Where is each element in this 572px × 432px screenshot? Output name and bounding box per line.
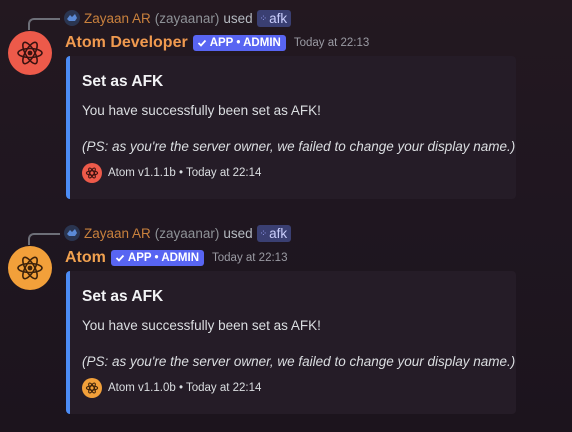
slash-command-icon: ⁘ xyxy=(259,227,267,238)
badge-label: APP • ADMIN xyxy=(127,252,200,264)
footer-text: Atom v1.1.1b • Today at 22:14 xyxy=(108,167,262,179)
command-name: afk xyxy=(269,10,288,26)
embed-title: Set as AFK xyxy=(82,288,164,305)
reply-handle: (zayaanar) xyxy=(154,225,220,241)
reply-connector xyxy=(28,18,60,30)
checkmark-icon xyxy=(115,254,125,262)
embed-note: (PS: as you're the server owner, we fail… xyxy=(82,139,516,154)
message-header: Atom APP • ADMIN Today at 22:13 xyxy=(65,248,287,268)
bot-avatar[interactable] xyxy=(8,246,52,290)
slash-command[interactable]: ⁘ afk xyxy=(256,224,292,242)
message-timestamp: Today at 22:13 xyxy=(293,37,370,49)
checkmark-icon xyxy=(197,39,206,47)
embed-footer: Atom v1.1.0b • Today at 22:14 xyxy=(82,378,261,398)
footer-atom-icon xyxy=(82,378,102,398)
bot-username[interactable]: Atom xyxy=(65,249,106,267)
message-timestamp: Today at 22:13 xyxy=(212,252,288,264)
user-avatar[interactable] xyxy=(64,225,80,241)
reply-used-label: used xyxy=(223,10,253,26)
bot-avatar[interactable] xyxy=(8,31,52,75)
embed-note: (PS: as you're the server owner, we fail… xyxy=(82,354,516,369)
atom-icon xyxy=(17,256,43,280)
embed: Set as AFK You have successfully been se… xyxy=(66,56,516,199)
reply-username[interactable]: Zayaan AR xyxy=(84,226,151,241)
slash-command[interactable]: ⁘ afk xyxy=(256,9,292,27)
reply-context[interactable]: Zayaan AR (zayaanar) used ⁘ afk xyxy=(64,9,292,27)
embed: Set as AFK You have successfully been se… xyxy=(66,271,516,414)
atom-icon xyxy=(17,41,43,65)
app-admin-badge: APP • ADMIN xyxy=(110,250,205,266)
slash-command-icon: ⁘ xyxy=(259,12,267,23)
bot-username[interactable]: Atom Developer xyxy=(65,34,188,52)
command-name: afk xyxy=(269,225,288,241)
footer-text: Atom v1.1.0b • Today at 22:14 xyxy=(108,382,262,394)
embed-footer: Atom v1.1.1b • Today at 22:14 xyxy=(82,163,261,183)
badge-label: APP • ADMIN xyxy=(209,37,281,49)
embed-description: You have successfully been set as AFK! xyxy=(82,103,321,118)
reply-connector xyxy=(28,233,60,245)
reply-username[interactable]: Zayaan AR xyxy=(84,11,151,26)
reply-used-label: used xyxy=(223,225,253,241)
embed-title: Set as AFK xyxy=(82,73,164,90)
reply-context[interactable]: Zayaan AR (zayaanar) used ⁘ afk xyxy=(64,224,292,242)
reply-handle: (zayaanar) xyxy=(154,10,220,26)
footer-atom-icon xyxy=(82,163,102,183)
embed-description: You have successfully been set as AFK! xyxy=(82,318,321,333)
app-admin-badge: APP • ADMIN xyxy=(192,35,286,51)
user-avatar[interactable] xyxy=(64,10,80,26)
message-header: Atom Developer APP • ADMIN Today at 22:1… xyxy=(65,33,369,53)
